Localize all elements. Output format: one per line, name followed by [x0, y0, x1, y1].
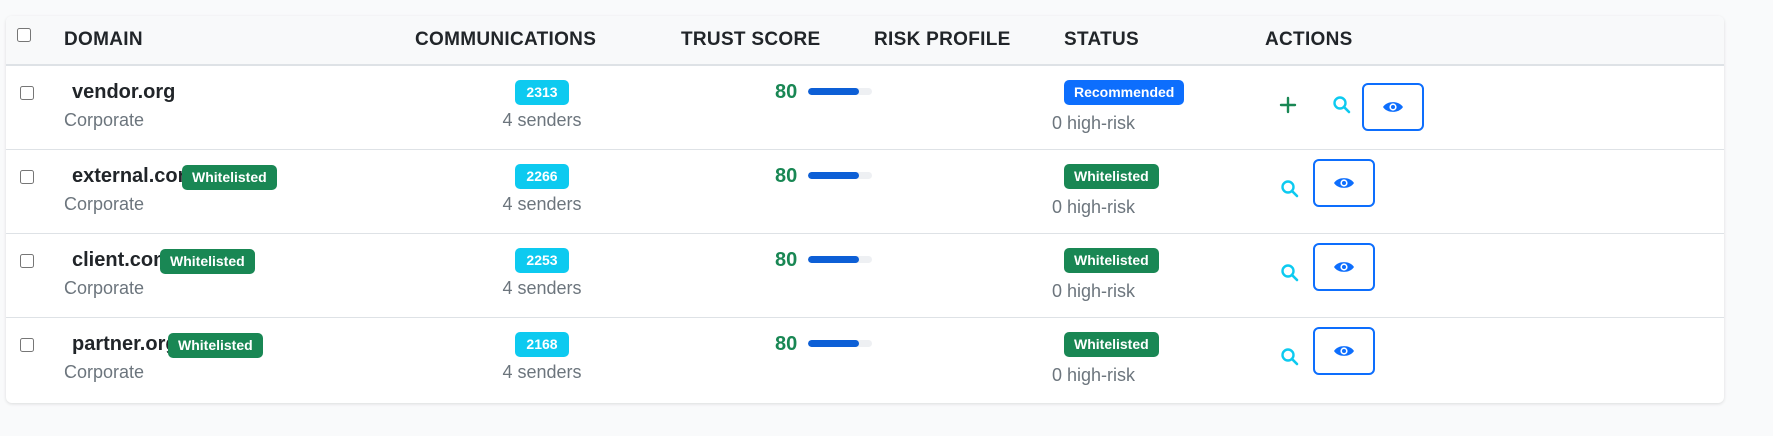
- senders-count: 4 senders: [502, 110, 582, 130]
- row-select-checkbox[interactable]: [20, 338, 34, 352]
- header-communications[interactable]: COMMUNICATIONS: [415, 16, 596, 64]
- whitelisted-badge: Whitelisted: [168, 333, 263, 358]
- table-row: client.com Whitelisted Corporate 2253 4 send…: [6, 234, 1724, 318]
- row-select-checkbox[interactable]: [20, 254, 34, 268]
- eye-icon: [1382, 99, 1404, 115]
- row-select-checkbox[interactable]: [20, 86, 34, 100]
- high-risk-count: 0 high-risk: [1051, 197, 1136, 217]
- whitelisted-badge: Whitelisted: [182, 165, 277, 190]
- domains-table: DOMAIN COMMUNICATIONS TRUST SCORE RISK P…: [6, 16, 1724, 403]
- eye-icon: [1333, 343, 1355, 359]
- header-status[interactable]: STATUS: [1064, 16, 1139, 64]
- communications-count-badge: 2266: [515, 164, 569, 189]
- domain-type: Corporate: [64, 194, 145, 214]
- senders-count: 4 senders: [502, 194, 582, 214]
- whitelisted-badge: Whitelisted: [160, 249, 255, 274]
- domain-type: Corporate: [64, 110, 145, 130]
- select-all-checkbox[interactable]: [17, 28, 31, 42]
- domain-name[interactable]: vendor.org: [72, 81, 175, 104]
- domain-type: Corporate: [64, 278, 145, 298]
- communications-count-badge: 2313: [515, 80, 569, 105]
- eye-icon: [1333, 259, 1355, 275]
- header-risk-profile[interactable]: RISK PROFILE: [874, 16, 1011, 64]
- trust-score-bar-fill: [808, 340, 860, 347]
- view-details-button[interactable]: [1313, 243, 1375, 291]
- table-row: external.com Whitelisted Corporate 2266 4 se…: [6, 150, 1724, 234]
- high-risk-count: 0 high-risk: [1051, 113, 1136, 133]
- trust-score-bar-fill: [808, 172, 860, 179]
- trust-score-bar: [808, 88, 872, 95]
- domain-type: Corporate: [64, 362, 145, 382]
- table-row: vendor.orgCorporate23134 senders800.0000…: [6, 66, 1724, 150]
- search-button[interactable]: [1270, 169, 1310, 209]
- senders-count: 4 senders: [502, 362, 582, 382]
- communications-count-badge: 2168: [515, 332, 569, 357]
- table-row: partner.org Whitelisted Corporate 2168 4 sen…: [6, 318, 1724, 402]
- high-risk-count: 0 high-risk: [1051, 365, 1136, 385]
- header-trust-score[interactable]: TRUST SCORE: [681, 16, 820, 64]
- search-icon: [1280, 347, 1300, 367]
- search-icon: [1332, 95, 1352, 115]
- search-icon: [1280, 263, 1300, 283]
- domain-name[interactable]: client.com: [72, 249, 171, 272]
- trust-score-value: 80: [775, 249, 798, 271]
- trust-score-value: 80: [775, 81, 798, 103]
- view-details-button[interactable]: [1313, 327, 1375, 375]
- header-actions: ACTIONS: [1265, 29, 1353, 50]
- trust-score-bar-fill: [808, 256, 860, 263]
- trust-score-value: 80: [775, 333, 798, 355]
- view-details-button[interactable]: [1313, 159, 1375, 207]
- status-badge: Whitelisted: [1064, 248, 1159, 273]
- search-button[interactable]: [1322, 85, 1362, 125]
- trust-score-bar: [808, 340, 872, 347]
- high-risk-count: 0 high-risk: [1051, 281, 1136, 301]
- senders-count: 4 senders: [502, 278, 582, 298]
- search-button[interactable]: [1270, 253, 1310, 293]
- trust-score-bar-fill: [808, 88, 860, 95]
- view-details-button[interactable]: [1362, 83, 1424, 131]
- domain-name[interactable]: external.com: [72, 165, 195, 188]
- row-select-checkbox[interactable]: [20, 170, 34, 184]
- domain-name[interactable]: partner.org: [72, 333, 178, 356]
- trust-score-bar: [808, 172, 872, 179]
- eye-icon: [1333, 175, 1355, 191]
- communications-count-badge: 2253: [515, 248, 569, 273]
- search-button[interactable]: [1270, 337, 1310, 377]
- status-badge: Recommended: [1064, 80, 1185, 105]
- table-header: DOMAIN COMMUNICATIONS TRUST SCORE RISK P…: [6, 16, 1724, 66]
- status-badge: Whitelisted: [1064, 332, 1159, 357]
- search-icon: [1280, 179, 1300, 199]
- header-domain[interactable]: DOMAIN: [64, 16, 143, 64]
- trust-score-value: 80: [775, 165, 798, 187]
- status-badge: Whitelisted: [1064, 164, 1159, 189]
- plus-icon: [1279, 96, 1297, 114]
- add-whitelist-button[interactable]: [1268, 85, 1308, 125]
- trust-score-bar: [808, 256, 872, 263]
